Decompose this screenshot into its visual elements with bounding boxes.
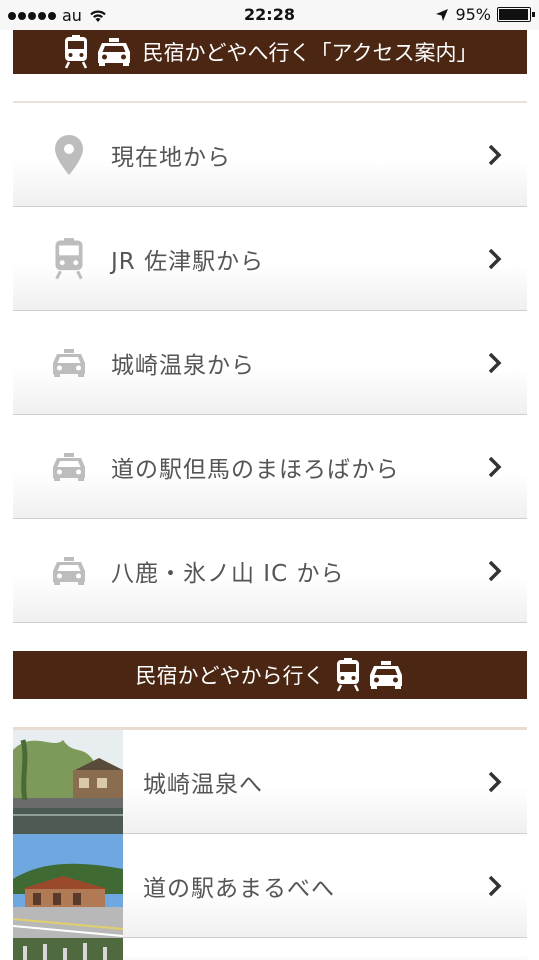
status-right: 95% xyxy=(435,5,535,24)
train-icon xyxy=(64,35,87,69)
partial-photo xyxy=(13,938,123,960)
list-item-jr-satsu[interactable]: JR 佐津駅から xyxy=(13,207,527,311)
list-item-partial[interactable] xyxy=(13,938,527,960)
status-bar: au 22:28 95% xyxy=(0,0,539,30)
banner-icons xyxy=(335,658,405,692)
list-item-label: 城崎温泉へ xyxy=(143,771,263,798)
destination-list: 城崎温泉へ 道の駅あまるべへ xyxy=(13,727,527,960)
list-item-label: 現在地から xyxy=(111,144,231,171)
list-item-michinoeki-tajima[interactable]: 道の駅但馬のまほろばから xyxy=(13,415,527,519)
banner-title: 民宿かどやから行く xyxy=(135,664,325,688)
banner-icons xyxy=(63,35,133,69)
location-pin-icon xyxy=(49,133,89,177)
train-icon xyxy=(336,658,359,692)
list-item-label: 道の駅但馬のまほろばから xyxy=(111,456,400,483)
chevron-right-icon xyxy=(488,144,502,166)
car-icon xyxy=(49,341,89,385)
access-banner: 民宿かどやへ行く「アクセス案内」 xyxy=(13,30,527,74)
car-icon xyxy=(49,549,89,593)
chevron-right-icon xyxy=(488,771,502,793)
car-icon xyxy=(49,445,89,489)
list-item-current-location[interactable]: 現在地から xyxy=(13,103,527,207)
car-icon xyxy=(369,661,402,689)
train-icon xyxy=(49,237,89,281)
kinosaki-onsen-photo xyxy=(13,730,123,834)
chevron-right-icon xyxy=(488,875,502,897)
list-item-label: 城崎温泉から xyxy=(111,352,255,379)
amarube-station-photo xyxy=(13,834,123,938)
chevron-right-icon xyxy=(488,560,502,582)
chevron-right-icon xyxy=(488,352,502,374)
banner-title: 民宿かどやへ行く「アクセス案内」 xyxy=(142,41,478,65)
access-list: 現在地から JR 佐津駅から 城崎温泉から 道の駅但馬のまほろばから 八鹿・氷ノ… xyxy=(13,101,527,623)
list-item-to-amarube[interactable]: 道の駅あまるべへ xyxy=(13,834,527,938)
location-arrow-icon xyxy=(436,8,449,21)
list-item-label: 道の駅あまるべへ xyxy=(143,875,335,902)
car-icon xyxy=(97,38,130,66)
list-item-label: 八鹿・氷ノ山 IC から xyxy=(111,560,345,587)
list-item-yoka-hyonosen-ic[interactable]: 八鹿・氷ノ山 IC から xyxy=(13,519,527,623)
list-item-label: JR 佐津駅から xyxy=(111,248,265,275)
chevron-right-icon xyxy=(488,456,502,478)
from-banner: 民宿かどやから行く xyxy=(13,651,527,699)
list-item-kinosaki[interactable]: 城崎温泉から xyxy=(13,311,527,415)
battery-icon xyxy=(497,7,535,22)
list-item-to-kinosaki[interactable]: 城崎温泉へ xyxy=(13,730,527,834)
chevron-right-icon xyxy=(488,248,502,270)
battery-percent: 95% xyxy=(455,5,491,24)
